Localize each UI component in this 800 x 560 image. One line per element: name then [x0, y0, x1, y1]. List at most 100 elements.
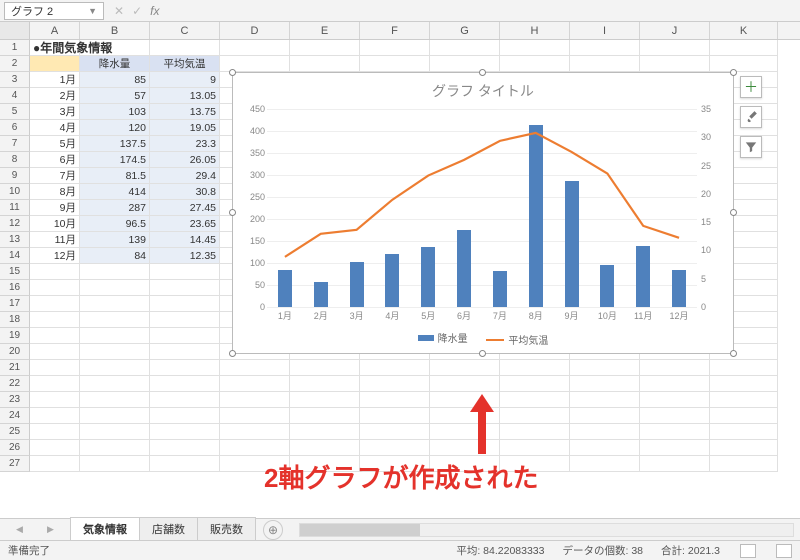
cell[interactable]	[570, 424, 640, 440]
cell[interactable]	[710, 408, 778, 424]
cell[interactable]	[640, 392, 710, 408]
cell[interactable]	[150, 424, 220, 440]
cell[interactable]	[150, 40, 220, 56]
cell[interactable]	[220, 408, 290, 424]
cell[interactable]	[220, 440, 290, 456]
cell[interactable]	[220, 424, 290, 440]
scrollbar-thumb[interactable]	[300, 524, 420, 536]
row-header[interactable]: 10	[0, 184, 30, 200]
cell[interactable]: 103	[80, 104, 150, 120]
row-header[interactable]: 26	[0, 440, 30, 456]
row-header[interactable]: 24	[0, 408, 30, 424]
cell[interactable]	[150, 392, 220, 408]
cell[interactable]	[570, 56, 640, 72]
column-header[interactable]: C	[150, 22, 220, 39]
cell[interactable]	[360, 424, 430, 440]
cell[interactable]	[150, 376, 220, 392]
cell[interactable]: 137.5	[80, 136, 150, 152]
row-header[interactable]: 2	[0, 56, 30, 72]
cell[interactable]	[30, 264, 80, 280]
sheet-tab[interactable]: 気象情報	[70, 517, 140, 542]
column-header[interactable]: B	[80, 22, 150, 39]
cell[interactable]: 3月	[30, 104, 80, 120]
cell[interactable]	[360, 360, 430, 376]
cell[interactable]	[710, 360, 778, 376]
cell[interactable]	[500, 424, 570, 440]
resize-handle[interactable]	[730, 69, 737, 76]
view-page-layout-button[interactable]	[776, 544, 792, 558]
cell[interactable]: 12月	[30, 248, 80, 264]
cell[interactable]	[290, 56, 360, 72]
cell[interactable]: 9	[150, 72, 220, 88]
cell[interactable]	[430, 360, 500, 376]
cell[interactable]: 5月	[30, 136, 80, 152]
chart-add-element-button[interactable]: ＋	[740, 76, 762, 98]
chart-legend[interactable]: 降水量 平均気温	[233, 330, 733, 347]
cell[interactable]	[290, 440, 360, 456]
chart-title[interactable]: グラフ タイトル	[233, 73, 733, 105]
row-header[interactable]: 22	[0, 376, 30, 392]
cell[interactable]	[430, 376, 500, 392]
cell[interactable]	[500, 376, 570, 392]
column-header[interactable]: J	[640, 22, 710, 39]
cell[interactable]	[360, 40, 430, 56]
row-header[interactable]: 15	[0, 264, 30, 280]
cell[interactable]: 23.65	[150, 216, 220, 232]
row-header[interactable]: 8	[0, 152, 30, 168]
cancel-formula-icon[interactable]: ✕	[114, 4, 124, 18]
cell[interactable]: 139	[80, 232, 150, 248]
cell[interactable]	[80, 424, 150, 440]
cell[interactable]: 7月	[30, 168, 80, 184]
cell[interactable]	[290, 40, 360, 56]
cell[interactable]	[290, 376, 360, 392]
cell[interactable]	[30, 328, 80, 344]
cell[interactable]	[290, 392, 360, 408]
cell[interactable]: 81.5	[80, 168, 150, 184]
cell[interactable]: 13.05	[150, 88, 220, 104]
cell[interactable]	[500, 56, 570, 72]
row-header[interactable]: 11	[0, 200, 30, 216]
cell[interactable]: 414	[80, 184, 150, 200]
cell[interactable]: 23.3	[150, 136, 220, 152]
resize-handle[interactable]	[479, 69, 486, 76]
row-header[interactable]: 27	[0, 456, 30, 472]
cell[interactable]: 287	[80, 200, 150, 216]
cell[interactable]	[710, 40, 778, 56]
embedded-chart[interactable]: グラフ タイトル 050100150200250300350400450 051…	[232, 72, 734, 354]
row-header[interactable]: 20	[0, 344, 30, 360]
line-series[interactable]	[267, 109, 697, 308]
row-header[interactable]: 21	[0, 360, 30, 376]
cell[interactable]	[640, 360, 710, 376]
cell[interactable]: 96.5	[80, 216, 150, 232]
cell[interactable]	[290, 408, 360, 424]
cell[interactable]	[80, 392, 150, 408]
cell[interactable]	[80, 344, 150, 360]
cell[interactable]	[570, 408, 640, 424]
cell[interactable]	[500, 40, 570, 56]
chevron-down-icon[interactable]: ▼	[88, 6, 97, 16]
cell[interactable]	[290, 360, 360, 376]
cell[interactable]	[710, 456, 778, 472]
view-normal-button[interactable]	[740, 544, 756, 558]
cell[interactable]	[30, 312, 80, 328]
cell[interactable]	[430, 56, 500, 72]
sheet-tab[interactable]: 販売数	[197, 517, 256, 542]
row-header[interactable]: 1	[0, 40, 30, 56]
cell[interactable]	[150, 408, 220, 424]
cell[interactable]	[80, 360, 150, 376]
sheet-tab[interactable]: 店舗数	[139, 517, 198, 542]
chart-filter-button[interactable]	[740, 136, 762, 158]
cell[interactable]	[80, 328, 150, 344]
cell[interactable]	[640, 440, 710, 456]
fx-icon[interactable]: fx	[150, 4, 159, 18]
cell[interactable]: 4月	[30, 120, 80, 136]
cell[interactable]	[150, 440, 220, 456]
cell[interactable]	[80, 376, 150, 392]
row-header[interactable]: 3	[0, 72, 30, 88]
column-header[interactable]: K	[710, 22, 778, 39]
cell[interactable]	[220, 360, 290, 376]
cell[interactable]	[220, 40, 290, 56]
resize-handle[interactable]	[229, 350, 236, 357]
cell[interactable]: 降水量	[80, 56, 150, 72]
cell[interactable]	[570, 440, 640, 456]
